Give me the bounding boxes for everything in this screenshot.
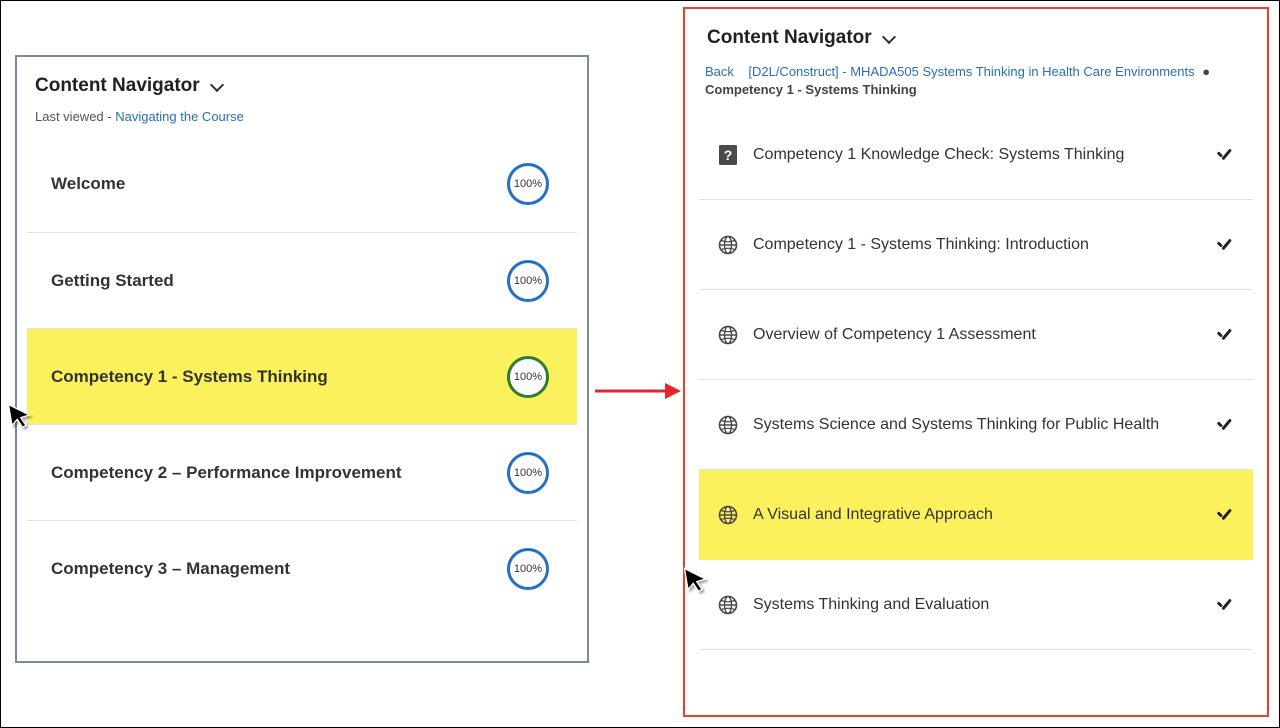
- chevron-down-icon: [210, 78, 226, 94]
- content-navigator-title: Content Navigator: [35, 75, 200, 97]
- chevron-down-icon: [882, 30, 898, 46]
- content-item-label: A Visual and Integrative Approach: [753, 506, 1201, 524]
- last-viewed: Last viewed - Navigating the Course: [27, 109, 577, 136]
- web-icon: [717, 234, 739, 256]
- web-icon: [717, 504, 739, 526]
- content-navigator-header[interactable]: Content Navigator: [699, 27, 1253, 61]
- breadcrumb: Back [D2L/Construct] - MHADA505 Systems …: [699, 61, 1253, 110]
- checkmark-icon: [1215, 145, 1235, 165]
- breadcrumb-separator: ●: [1198, 64, 1214, 79]
- checkmark-icon: [1215, 595, 1235, 615]
- content-item[interactable]: Competency 1 - Systems Thinking: Introdu…: [699, 200, 1253, 290]
- content-list: ? Competency 1 Knowledge Check: Systems T…: [699, 110, 1253, 650]
- svg-text:?: ?: [724, 147, 733, 163]
- module-label: Welcome: [51, 174, 125, 194]
- content-item-label: Systems Science and Systems Thinking for…: [753, 416, 1201, 434]
- module-row[interactable]: Competency 3 – Management 100%: [27, 520, 577, 616]
- right-panel: Content Navigator Back [D2L/Construct] -…: [683, 7, 1269, 717]
- checkmark-icon: [1215, 505, 1235, 525]
- module-label: Competency 3 – Management: [51, 559, 290, 579]
- content-navigator-header[interactable]: Content Navigator: [27, 75, 577, 109]
- module-label: Getting Started: [51, 271, 174, 291]
- checkmark-icon: [1215, 235, 1235, 255]
- module-row[interactable]: Competency 2 – Performance Improvement 10…: [27, 424, 577, 520]
- module-label: Competency 1 - Systems Thinking: [51, 367, 328, 387]
- module-list: Welcome100%Getting Started100%Competency…: [27, 136, 577, 616]
- web-icon: [717, 594, 739, 616]
- checkmark-icon: [1215, 325, 1235, 345]
- progress-ring: 100%: [507, 260, 549, 302]
- module-row[interactable]: Competency 1 - Systems Thinking 100%: [27, 328, 577, 424]
- last-viewed-label: Last viewed -: [35, 109, 115, 124]
- breadcrumb-current: Competency 1 - Systems Thinking: [705, 82, 917, 97]
- content-item[interactable]: Systems Science and Systems Thinking for…: [699, 380, 1253, 470]
- breadcrumb-back[interactable]: Back: [705, 64, 734, 79]
- content-item[interactable]: A Visual and Integrative Approach: [699, 470, 1253, 560]
- content-item[interactable]: Systems Thinking and Evaluation: [699, 560, 1253, 650]
- content-item-label: Systems Thinking and Evaluation: [753, 596, 1201, 614]
- left-panel: Content Navigator Last viewed - Navigati…: [15, 55, 589, 663]
- web-icon: [717, 414, 739, 436]
- module-row[interactable]: Getting Started 100%: [27, 232, 577, 328]
- module-label: Competency 2 – Performance Improvement: [51, 463, 402, 483]
- checkmark-icon: [1215, 415, 1235, 435]
- progress-ring: 100%: [507, 163, 549, 205]
- last-viewed-link[interactable]: Navigating the Course: [115, 109, 244, 124]
- content-item[interactable]: ? Competency 1 Knowledge Check: Systems T…: [699, 110, 1253, 200]
- content-navigator-title: Content Navigator: [707, 27, 872, 49]
- quiz-icon: ?: [717, 144, 739, 166]
- progress-ring: 100%: [507, 356, 549, 398]
- content-item-label: Competency 1 - Systems Thinking: Introdu…: [753, 236, 1201, 254]
- progress-ring: 100%: [507, 548, 549, 590]
- content-item-label: Competency 1 Knowledge Check: Systems Th…: [753, 146, 1201, 164]
- breadcrumb-course[interactable]: [D2L/Construct] - MHADA505 Systems Think…: [748, 64, 1194, 79]
- content-item-label: Overview of Competency 1 Assessment: [753, 326, 1201, 344]
- content-item[interactable]: Overview of Competency 1 Assessment: [699, 290, 1253, 380]
- web-icon: [717, 324, 739, 346]
- arrow-icon: [593, 379, 681, 403]
- module-row[interactable]: Welcome 100%: [27, 136, 577, 232]
- progress-ring: 100%: [507, 452, 549, 494]
